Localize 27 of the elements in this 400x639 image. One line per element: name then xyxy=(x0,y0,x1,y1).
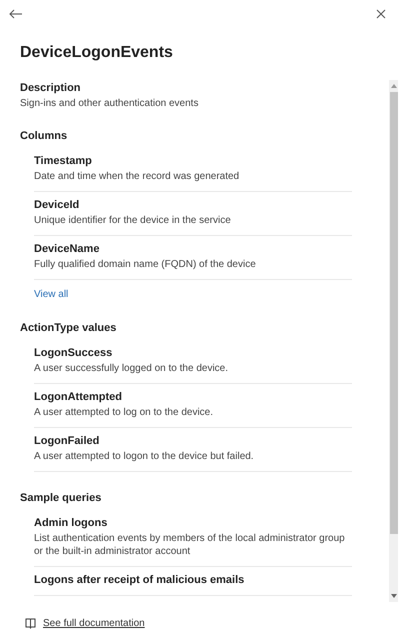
action-type-name: LogonSuccess xyxy=(34,346,114,360)
book-icon xyxy=(25,618,36,629)
column-description: Unique identifier for the device in the service xyxy=(34,214,232,227)
action-type-description: A user attempted to log on to the device. xyxy=(34,406,214,419)
column-name: Timestamp xyxy=(34,154,93,168)
view-all-link[interactable]: View all xyxy=(34,289,68,300)
action-type-description: A user successfully logged on to the device. xyxy=(34,362,230,375)
column-name: DeviceId xyxy=(34,198,80,212)
section-heading: ActionType values xyxy=(20,321,118,335)
action-type-name: LogonFailed xyxy=(34,434,100,448)
scroll-down-icon[interactable] xyxy=(390,594,396,598)
close-icon[interactable] xyxy=(376,9,386,19)
documentation-link[interactable]: See full documentation xyxy=(43,618,145,629)
column-description: Date and time when the record was generated xyxy=(34,170,240,183)
section-heading: Sample queries xyxy=(20,491,102,505)
query-description: List authentication events by members of the local administrator group or the built-in administrator account xyxy=(34,532,346,558)
section-heading: Columns xyxy=(20,129,68,143)
column-description: Fully qualified domain name (FQDN) of the device xyxy=(34,258,257,271)
section-heading: Description xyxy=(20,81,82,95)
column-name: DeviceName xyxy=(34,242,100,256)
action-type-description: A user attempted to logon to the device but failed. xyxy=(34,450,255,463)
panel-title: DeviceLogonEvents xyxy=(20,44,174,63)
description-text: Sign-ins and other authentication events xyxy=(20,97,200,110)
query-name[interactable]: Admin logons xyxy=(34,516,352,530)
query-name[interactable]: Logons after receipt of malicious emails xyxy=(34,573,352,587)
action-type-name: LogonAttempted xyxy=(34,390,123,404)
back-icon[interactable] xyxy=(9,9,23,19)
